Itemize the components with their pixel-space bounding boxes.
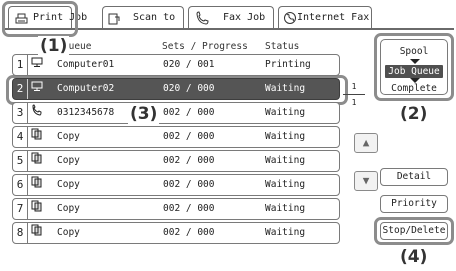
copy-icon: [31, 223, 43, 243]
job-name: Copy: [57, 179, 80, 190]
job-row[interactable]: 6 Copy 002 / 000 Waiting: [12, 174, 340, 196]
job-name: Computer02: [57, 83, 115, 94]
callout-2: (2): [398, 104, 430, 124]
job-row[interactable]: 2 Computer02 020 / 000 Waiting: [12, 78, 340, 100]
spool-panel: Spool Job Queue Complete: [380, 39, 448, 95]
page-divider: [343, 94, 365, 95]
column-header-status: Status: [265, 41, 300, 52]
job-name: Copy: [57, 131, 80, 142]
job-status: Waiting: [265, 83, 306, 94]
job-progress: 002 / 000: [163, 131, 215, 142]
job-row[interactable]: 8 Copy 002 / 000 Waiting: [12, 222, 340, 244]
computer-icon: [31, 79, 43, 99]
job-status: Waiting: [265, 131, 306, 142]
callout-1: (1): [38, 36, 70, 56]
arrow-down-icon: [410, 59, 420, 64]
scroll-up-button[interactable]: ▲: [354, 133, 378, 153]
copy-icon: [31, 199, 43, 219]
job-status: Printing: [265, 59, 311, 70]
phone-icon: [31, 103, 43, 123]
job-number: 2: [13, 79, 28, 99]
stop-delete-button[interactable]: Stop/Delete: [380, 222, 448, 240]
tab-scan-to[interactable]: Scan to: [102, 6, 184, 28]
job-number: 1: [13, 55, 28, 75]
copy-icon: [31, 151, 43, 171]
job-number: 5: [13, 151, 28, 171]
arrow-down-icon: ▼: [362, 174, 370, 187]
job-name: 0312345678: [57, 107, 115, 118]
job-row[interactable]: 1 Computer01 020 / 001 Printing: [12, 54, 340, 76]
page-total: 1: [351, 98, 357, 107]
tab-fax-job-label: Fax Job: [223, 12, 266, 23]
fax-icon: [195, 11, 209, 34]
internet-fax-icon: [283, 11, 297, 34]
computer-icon: [31, 55, 43, 75]
job-progress: 002 / 000: [163, 107, 215, 118]
job-status: Waiting: [265, 107, 306, 118]
job-status: Waiting: [265, 179, 306, 190]
callout-3: (3): [128, 104, 160, 124]
job-progress: 020 / 001: [163, 59, 215, 70]
complete-button[interactable]: Complete: [381, 83, 447, 94]
job-status: Waiting: [265, 227, 306, 238]
job-row[interactable]: 4 Copy 002 / 000 Waiting: [12, 126, 340, 148]
column-header-progress: Sets / Progress: [162, 41, 248, 52]
detail-button[interactable]: Detail: [380, 168, 448, 186]
job-number: 4: [13, 127, 28, 147]
job-progress: 002 / 000: [163, 179, 215, 190]
job-row[interactable]: 7 Copy 002 / 000 Waiting: [12, 198, 340, 220]
job-progress: 002 / 000: [163, 227, 215, 238]
job-number: 6: [13, 175, 28, 195]
job-name: Copy: [57, 227, 80, 238]
tab-internet-fax[interactable]: Internet Fax: [278, 6, 372, 28]
priority-button[interactable]: Priority: [380, 195, 448, 213]
job-progress: 002 / 000: [163, 203, 215, 214]
job-name: Copy: [57, 155, 80, 166]
spool-button[interactable]: Spool: [381, 46, 447, 57]
highlight-print-job-tab: [2, 1, 78, 37]
arrow-up-icon: ▲: [362, 136, 370, 149]
tab-fax-job[interactable]: Fax Job: [188, 6, 274, 28]
job-progress: 020 / 000: [163, 83, 215, 94]
job-status: Waiting: [265, 155, 306, 166]
job-number: 3: [13, 103, 28, 123]
job-status: Waiting: [265, 203, 306, 214]
tab-internet-fax-label: Internet Fax: [297, 12, 370, 23]
copy-icon: [31, 175, 43, 195]
job-queue-button[interactable]: Job Queue: [385, 65, 443, 78]
copy-icon: [31, 127, 43, 147]
page-current: 1: [351, 82, 357, 91]
job-number: 7: [13, 199, 28, 219]
scroll-down-button[interactable]: ▼: [354, 171, 378, 191]
callout-4: (4): [398, 247, 430, 267]
job-name: Copy: [57, 203, 80, 214]
job-name: Computer01: [57, 59, 115, 70]
job-row[interactable]: 3 0312345678 002 / 000 Waiting: [12, 102, 340, 124]
job-progress: 002 / 000: [163, 155, 215, 166]
job-row[interactable]: 5 Copy 002 / 000 Waiting: [12, 150, 340, 172]
scan-icon: [108, 12, 120, 34]
job-number: 8: [13, 223, 28, 243]
tab-scan-to-label: Scan to: [133, 12, 176, 23]
